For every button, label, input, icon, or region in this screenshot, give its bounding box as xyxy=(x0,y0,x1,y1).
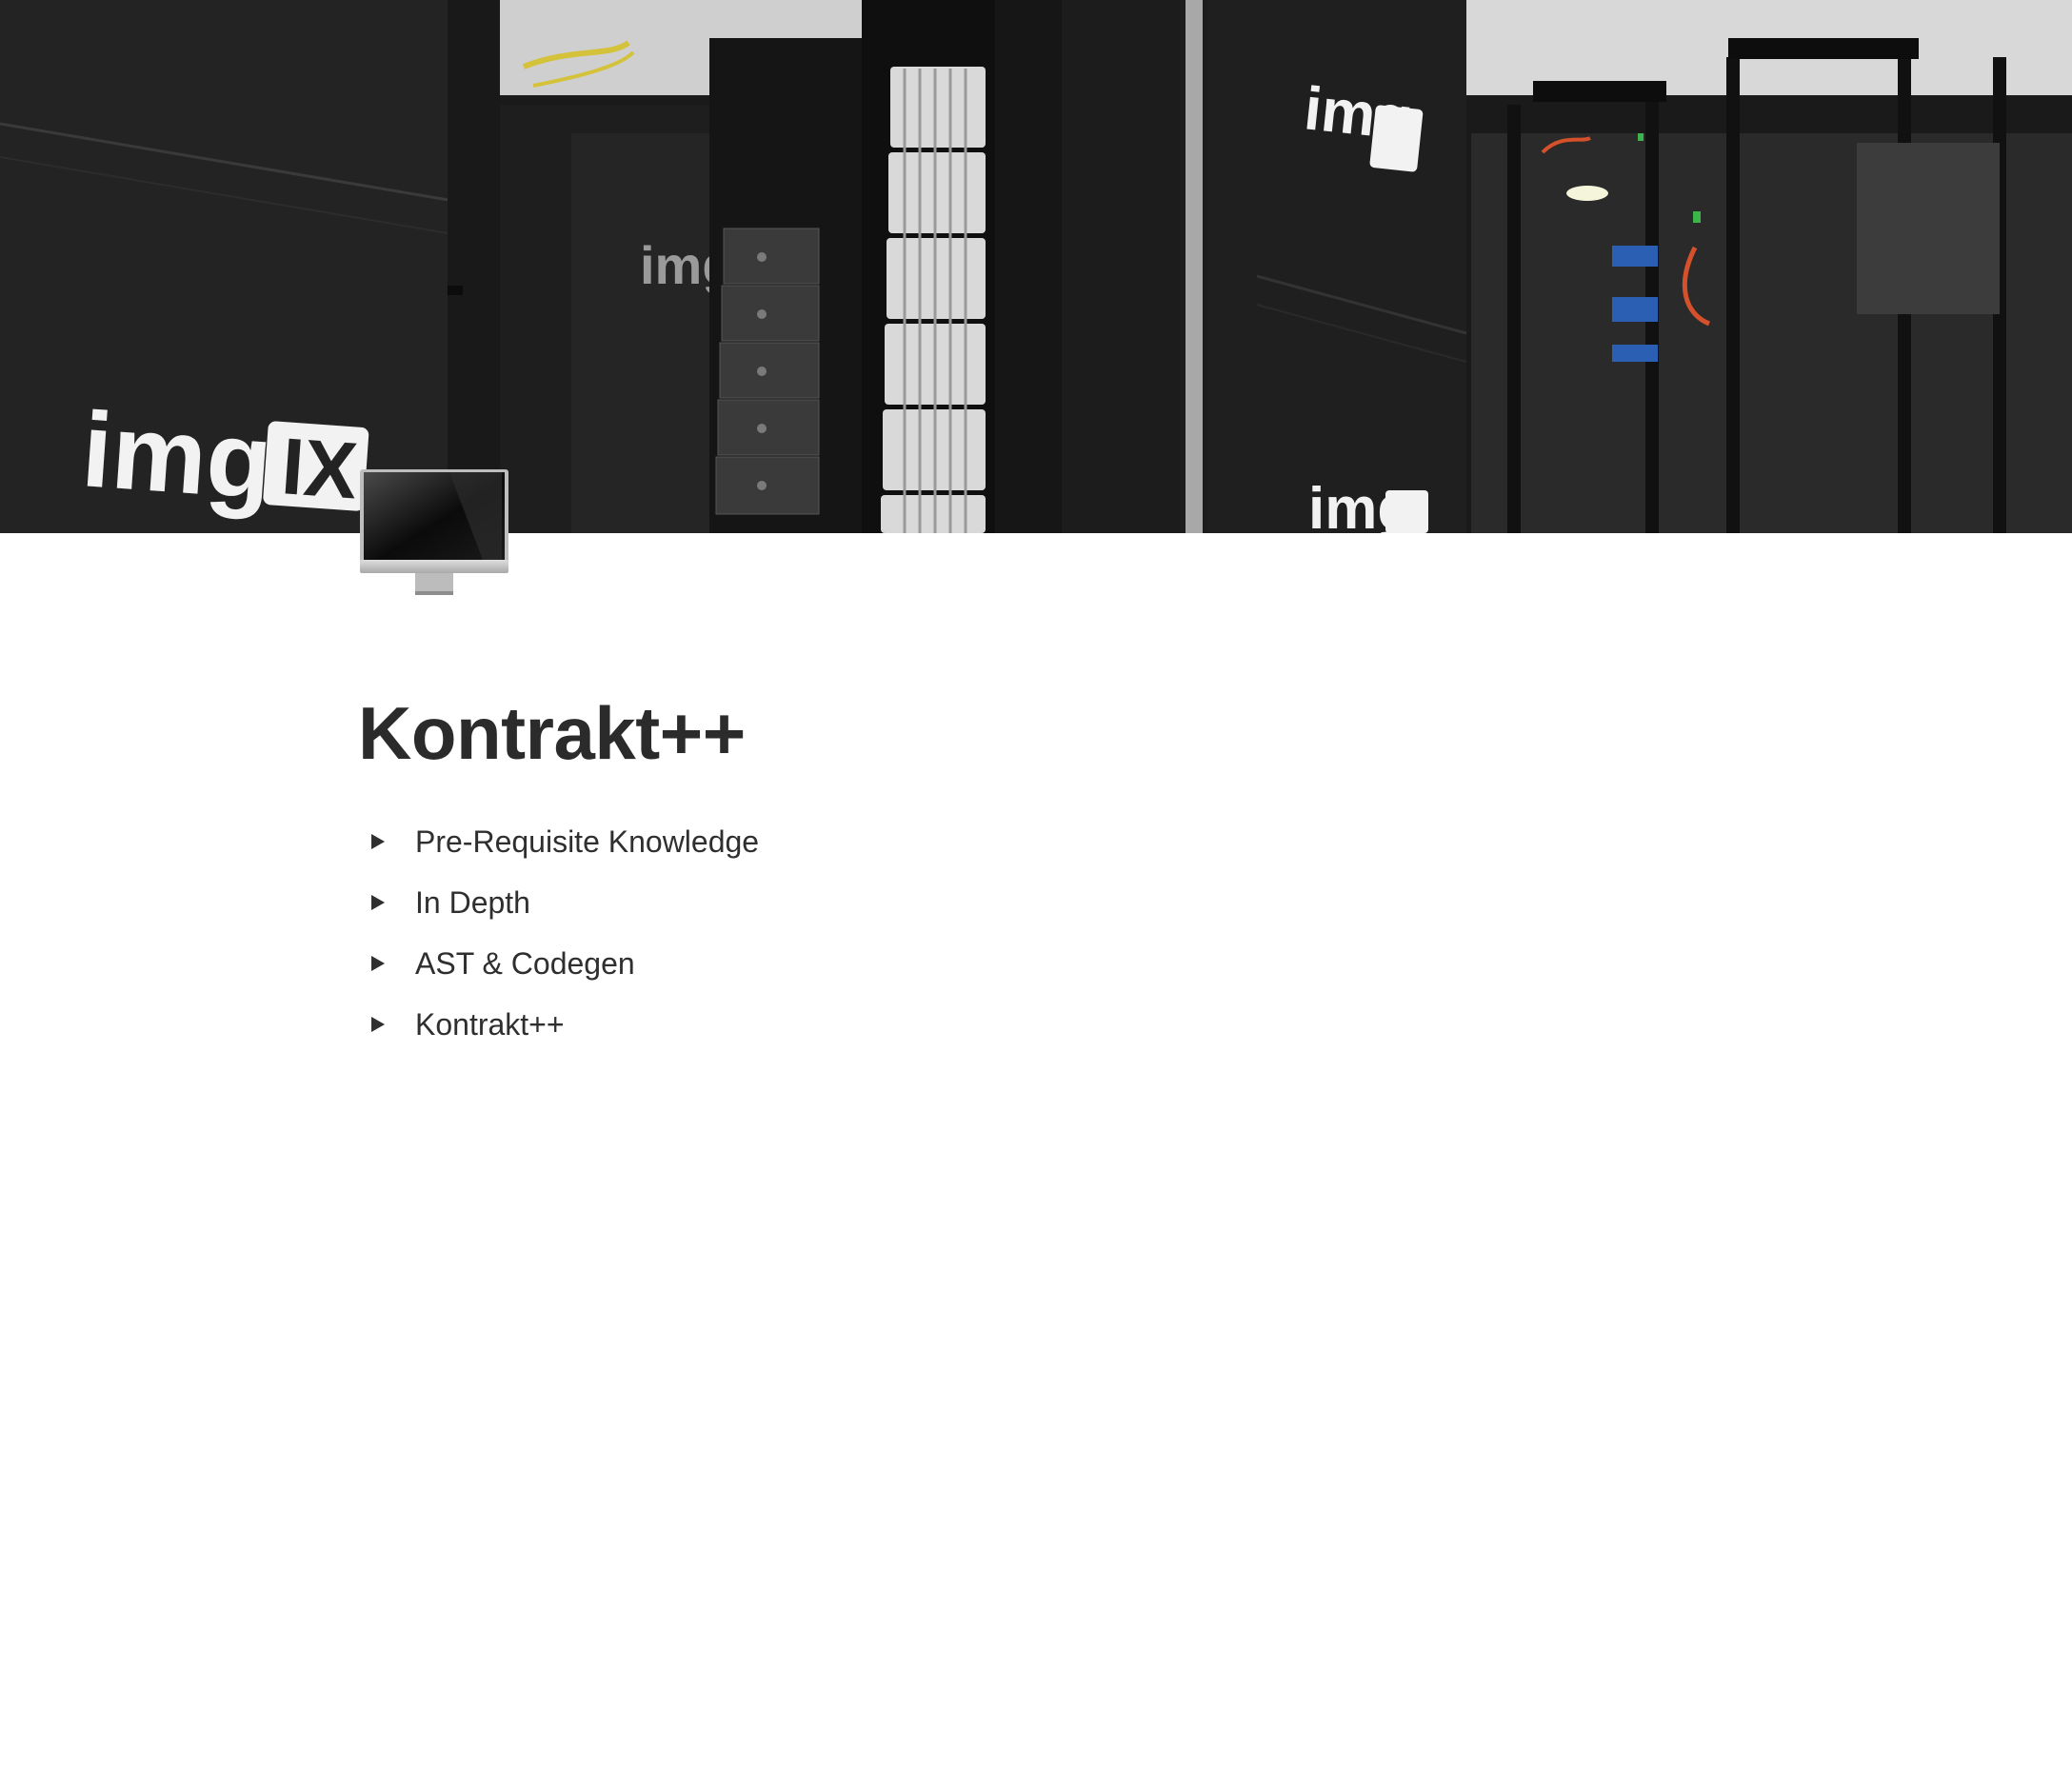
desktop-computer-icon[interactable] xyxy=(359,467,511,600)
toggle-label: Pre-Requisite Knowledge xyxy=(415,824,760,859)
toggle-pre-requisite-knowledge[interactable]: Pre-Requisite Knowledge xyxy=(368,811,1701,872)
server-room-photo: img IX img img img xyxy=(0,0,2072,533)
toggle-kontrakt[interactable]: Kontrakt++ xyxy=(368,994,1701,1055)
toggle-in-depth[interactable]: In Depth xyxy=(368,872,1701,933)
triangle-right-icon[interactable] xyxy=(368,944,398,983)
triangle-right-icon[interactable] xyxy=(368,884,398,922)
toggle-label: Kontrakt++ xyxy=(415,1007,565,1042)
toggle-list: Pre-Requisite Knowledge In Depth AST & C… xyxy=(368,811,1701,1055)
toggle-label: In Depth xyxy=(415,885,530,920)
svg-text:img: img xyxy=(78,389,275,522)
triangle-right-icon[interactable] xyxy=(368,823,398,861)
notion-page: img IX img img img Kontrakt++ Pre-Requis… xyxy=(0,0,2072,1767)
toggle-label: AST & Codegen xyxy=(415,946,635,981)
svg-text:IX: IX xyxy=(279,421,361,515)
page-title[interactable]: Kontrakt++ xyxy=(358,687,746,779)
cover-logo-right-bottom: img xyxy=(1308,476,1428,533)
page-cover-image[interactable]: img IX img img img xyxy=(0,0,2072,533)
triangle-right-icon[interactable] xyxy=(368,1005,398,1043)
toggle-ast-codegen[interactable]: AST & Codegen xyxy=(368,933,1701,994)
